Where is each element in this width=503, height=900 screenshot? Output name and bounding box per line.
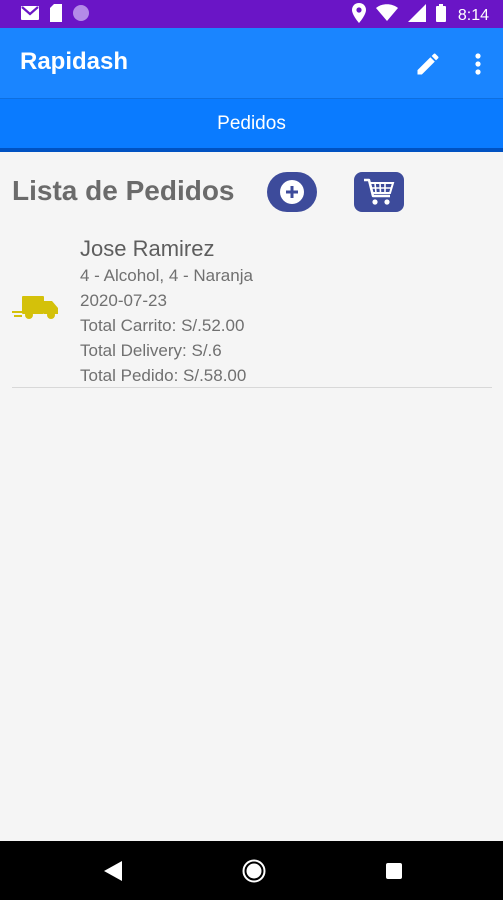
- order-total-pedido: Total Pedido: S/.58.00: [80, 366, 247, 385]
- add-order-button[interactable]: [267, 172, 317, 212]
- recents-icon[interactable]: [386, 863, 402, 879]
- location-icon: [351, 3, 366, 28]
- tab-pedidos[interactable]: Pedidos: [0, 99, 503, 149]
- order-total-delivery: Total Delivery: S/.6: [80, 341, 222, 360]
- cell-signal-icon: [407, 4, 426, 27]
- list-title: Lista de Pedidos: [12, 175, 235, 206]
- battery-icon: [435, 4, 446, 27]
- app-title: Rapidash: [20, 48, 129, 75]
- pencil-icon: [417, 53, 439, 75]
- status-bar: 8:14: [0, 0, 503, 28]
- navigation-bar: [0, 841, 503, 900]
- gmail-icon: [20, 5, 40, 26]
- tab-indicator: [0, 148, 503, 152]
- add-circle-icon: [280, 180, 304, 204]
- status-right-icons: 8:14: [351, 3, 489, 28]
- back-icon[interactable]: [104, 861, 122, 881]
- more-vert-icon: [475, 53, 481, 75]
- order-date: 2020-07-23: [80, 291, 167, 310]
- wifi-icon: [375, 4, 398, 27]
- order-total-carrito: Total Carrito: S/.52.00: [80, 316, 245, 335]
- more-options-button[interactable]: [470, 50, 486, 78]
- cart-button[interactable]: [354, 172, 404, 212]
- app-bar: Rapidash: [0, 28, 503, 98]
- sim-card-icon: [49, 4, 63, 27]
- shopping-cart-icon: [364, 178, 395, 205]
- edit-button[interactable]: [414, 50, 442, 78]
- circle-icon: [72, 4, 90, 27]
- order-customer-name: Jose Ramirez: [80, 236, 215, 261]
- order-items: 4 - Alcohol, 4 - Naranja: [80, 266, 253, 285]
- status-left-icons: [20, 4, 90, 27]
- order-list-item[interactable]: Jose Ramirez 4 - Alcohol, 4 - Naranja 20…: [12, 230, 492, 388]
- delivery-truck-icon: [12, 296, 58, 319]
- tab-bar: Pedidos: [0, 98, 503, 152]
- home-icon[interactable]: [242, 859, 266, 883]
- status-time: 8:14: [457, 6, 489, 24]
